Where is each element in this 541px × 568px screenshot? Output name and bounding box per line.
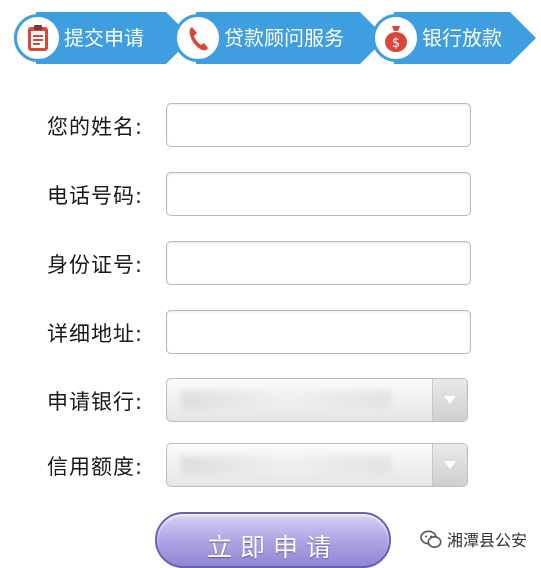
- blurred-value: [181, 391, 391, 409]
- form-row-name: 您的姓名:: [0, 103, 541, 149]
- form-row-phone: 电话号码:: [0, 172, 541, 218]
- address-input[interactable]: [166, 310, 471, 354]
- name-label: 您的姓名:: [47, 115, 144, 139]
- wechat-icon: [420, 530, 442, 548]
- dropdown-button[interactable]: [432, 444, 467, 486]
- step-label: 银行放款: [422, 26, 502, 50]
- form-row-id: 身份证号:: [0, 241, 541, 287]
- name-input[interactable]: [166, 103, 471, 147]
- bank-select[interactable]: [166, 378, 468, 422]
- money-bag-icon: $: [372, 14, 420, 62]
- phone-label: 电话号码:: [47, 184, 144, 208]
- apply-now-button[interactable]: 立即申请: [155, 512, 391, 568]
- step-label: 贷款顾问服务: [224, 26, 344, 50]
- id-number-input[interactable]: [166, 241, 471, 285]
- watermark: 湘潭县公安: [420, 527, 527, 551]
- step-arrow: 贷款顾问服务: [196, 12, 386, 64]
- blurred-value: [181, 456, 391, 474]
- credit-limit-select[interactable]: [166, 443, 468, 487]
- phone-input[interactable]: [166, 172, 471, 216]
- id-label: 身份证号:: [47, 253, 144, 277]
- form-row-bank: 申请银行:: [0, 378, 541, 424]
- form-row-limit: 信用额度:: [0, 443, 541, 489]
- step-banner: 提交申请 贷款顾问服务 银行放款 $: [0, 0, 541, 80]
- chevron-down-icon: [444, 396, 456, 404]
- clipboard-icon: [14, 14, 62, 62]
- dropdown-button[interactable]: [432, 379, 467, 421]
- watermark-text: 湘潭县公安: [446, 531, 527, 550]
- form-row-address: 详细地址:: [0, 310, 541, 356]
- phone-icon: [174, 14, 222, 62]
- address-label: 详细地址:: [47, 322, 144, 346]
- chevron-down-icon: [444, 461, 456, 469]
- step-label: 提交申请: [64, 26, 144, 50]
- bank-label: 申请银行:: [47, 390, 144, 414]
- limit-label: 信用额度:: [47, 455, 144, 479]
- svg-text:$: $: [392, 36, 400, 51]
